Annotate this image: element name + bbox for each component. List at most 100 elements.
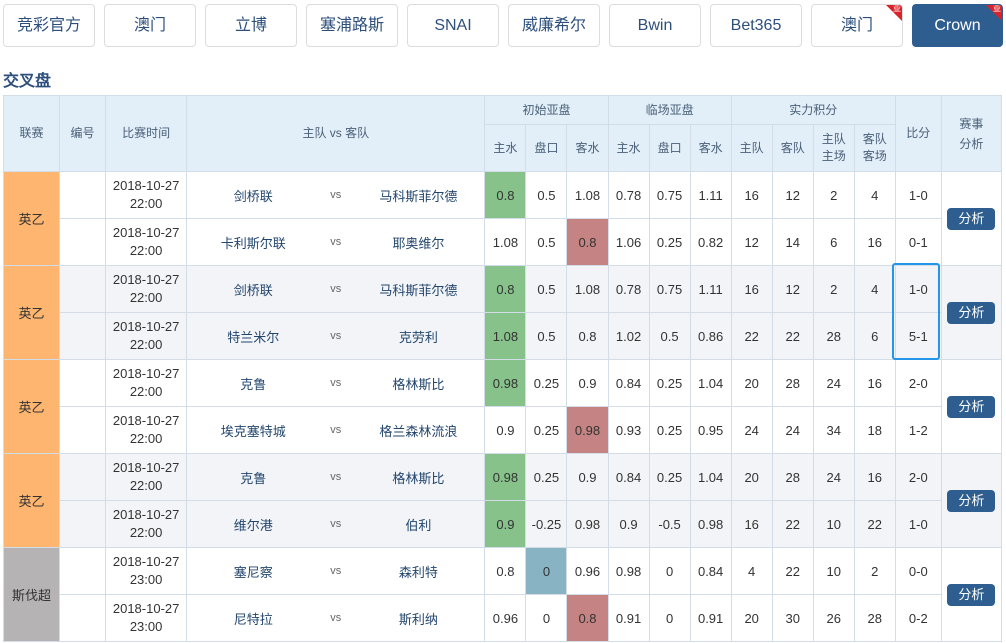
away-at-away-points-cell: 2 — [853, 547, 896, 595]
away-team-name[interactable]: 格兰森林流浪 — [352, 421, 484, 440]
away-team-name[interactable]: 耶奥维尔 — [352, 233, 484, 252]
score-cell: 5-1 — [894, 312, 942, 360]
initial-home-water-cell: 0.98 — [484, 453, 527, 501]
tab-bookmaker[interactable]: SNAI — [407, 4, 499, 47]
analyze-button[interactable]: 分析 — [947, 489, 996, 512]
table-row: 斯伐超 2018-10-27 23:00 塞尼察 vs 森利特 0.8 0 0.96 0.98 0 0… — [2, 547, 1003, 642]
match-date: 2018-10-27 — [112, 601, 180, 616]
tab-bookmaker[interactable]: 威廉希尔 — [508, 4, 600, 47]
match-date: 2018-10-27 — [112, 460, 180, 475]
analyze-button[interactable]: 分析 — [947, 395, 996, 418]
initial-home-water-cell: 0.98 — [484, 359, 527, 407]
tab-bookmaker[interactable]: 澳门 — [104, 4, 196, 47]
analyze-button[interactable]: 分析 — [947, 583, 996, 606]
closing-home-water-cell: 1.06 — [607, 218, 650, 266]
home-team-name[interactable]: 塞尼察 — [187, 562, 319, 581]
header-away-water-closing: 客水 — [689, 124, 732, 172]
match-clock: 22:00 — [129, 196, 163, 211]
tab-bookmaker[interactable]: 塞浦路斯 — [306, 4, 398, 47]
home-at-home-points-cell: 24 — [812, 359, 855, 407]
away-team-name[interactable]: 马科斯菲尔德 — [352, 186, 484, 205]
vs-label: vs — [330, 518, 342, 530]
initial-home-water-cell: 0.9 — [484, 500, 527, 548]
score-cell: 1-0 — [894, 500, 942, 548]
initial-away-water-cell: 0.8 — [566, 312, 609, 360]
tab-bookmaker[interactable]: Bwin — [609, 4, 701, 47]
closing-away-water-cell: 1.04 — [689, 359, 732, 407]
match-number-cell — [59, 594, 107, 642]
away-team-name[interactable]: 格林斯比 — [352, 374, 484, 393]
teams-row: 塞尼察 vs 森利特 — [187, 562, 484, 581]
teams-row: 埃克塞特城 vs 格兰森林流浪 — [187, 421, 484, 440]
home-at-home-points-cell: 2 — [812, 265, 855, 313]
tab-bookmaker[interactable]: 澳门 亚 — [811, 4, 903, 47]
away-team-name[interactable]: 马科斯菲尔德 — [352, 280, 484, 299]
tab-bookmaker[interactable]: 立博 — [205, 4, 297, 47]
initial-line-cell: 0.5 — [525, 171, 568, 219]
analysis-cell: 分析 — [940, 453, 1003, 548]
teams-cell: 特兰米尔 vs 克劳利 — [186, 312, 486, 360]
home-team-name[interactable]: 剑桥联 — [187, 280, 319, 299]
table-row: 2018-10-27 23:00 尼特拉 vs 斯利纳 0.96 0 0.8 0.91 0 0.91… — [4, 594, 1002, 642]
closing-line-cell: 0.25 — [648, 406, 691, 454]
home-team-name[interactable]: 卡利斯尔联 — [187, 233, 319, 252]
home-team-name[interactable]: 剑桥联 — [187, 186, 319, 205]
match-clock: 23:00 — [129, 619, 163, 634]
header-number: 编号 — [59, 95, 107, 172]
analysis-cell: 分析 — [940, 265, 1003, 360]
analyze-button[interactable]: 分析 — [947, 207, 996, 230]
away-team-name[interactable]: 森利特 — [352, 562, 484, 581]
home-team-name[interactable]: 特兰米尔 — [187, 327, 319, 346]
header-strength-points: 实力积分 — [730, 95, 896, 125]
closing-away-water-cell: 1.11 — [689, 171, 732, 219]
closing-away-water-cell: 1.04 — [689, 453, 732, 501]
home-team-name[interactable]: 克鲁 — [187, 374, 319, 393]
analyze-button[interactable]: 分析 — [947, 301, 996, 324]
header-line: 盘口 — [525, 124, 568, 172]
tab-label: 竞彩官方 — [16, 17, 81, 34]
closing-away-water-cell: 0.84 — [689, 547, 732, 595]
match-time-cell: 2018-10-27 22:00 — [105, 406, 188, 454]
vs-label: vs — [330, 283, 342, 295]
tab-bookmaker[interactable]: Bet365 — [710, 4, 802, 47]
closing-line-cell: 0.25 — [648, 453, 691, 501]
vs-label: vs — [330, 565, 342, 577]
teams-cell: 剑桥联 vs 马科斯菲尔德 — [186, 171, 486, 219]
closing-home-water-cell: 0.78 — [607, 265, 650, 313]
tab-bookmaker[interactable]: Crown 亚 — [912, 4, 1003, 47]
initial-away-water-cell: 0.9 — [566, 453, 609, 501]
initial-line-cell: 0.5 — [525, 312, 568, 360]
away-at-away-points-cell: 28 — [853, 594, 896, 642]
match-number-cell — [59, 453, 107, 501]
tab-bookmaker[interactable]: 竞彩官方 — [3, 4, 95, 47]
section-title: 交叉盘 — [3, 73, 52, 90]
closing-home-water-cell: 0.78 — [607, 171, 650, 219]
header-home-at-home: 主队主场 — [812, 124, 855, 172]
closing-away-water-cell: 1.11 — [689, 265, 732, 313]
home-team-name[interactable]: 埃克塞特城 — [187, 421, 319, 440]
closing-line-cell: -0.5 — [648, 500, 691, 548]
initial-away-water-cell: 1.08 — [566, 171, 609, 219]
teams-row: 维尔港 vs 伯利 — [187, 515, 484, 534]
asian-badge-label: 亚 — [993, 4, 1001, 13]
home-team-name[interactable]: 维尔港 — [187, 515, 319, 534]
away-team-name[interactable]: 斯利纳 — [352, 609, 484, 628]
away-team-name[interactable]: 格林斯比 — [352, 468, 484, 487]
initial-home-water-cell: 0.8 — [484, 265, 527, 313]
closing-home-water-cell: 1.02 — [607, 312, 650, 360]
match-clock: 22:00 — [129, 337, 163, 352]
teams-cell: 埃克塞特城 vs 格兰森林流浪 — [186, 406, 486, 454]
match-number-cell — [59, 218, 107, 266]
away-at-away-points-cell: 4 — [853, 171, 896, 219]
away-team-name[interactable]: 克劳利 — [352, 327, 484, 346]
home-at-home-points-cell: 28 — [812, 312, 855, 360]
home-team-name[interactable]: 尼特拉 — [187, 609, 319, 628]
league-cell: 英乙 — [2, 359, 61, 454]
teams-cell: 克鲁 vs 格林斯比 — [186, 359, 486, 407]
home-team-name[interactable]: 克鲁 — [187, 468, 319, 487]
vs-label: vs — [330, 612, 342, 624]
match-date: 2018-10-27 — [112, 554, 180, 569]
away-team-name[interactable]: 伯利 — [352, 515, 484, 534]
home-at-home-points-cell: 10 — [812, 500, 855, 548]
analysis-cell: 分析 — [940, 171, 1003, 266]
